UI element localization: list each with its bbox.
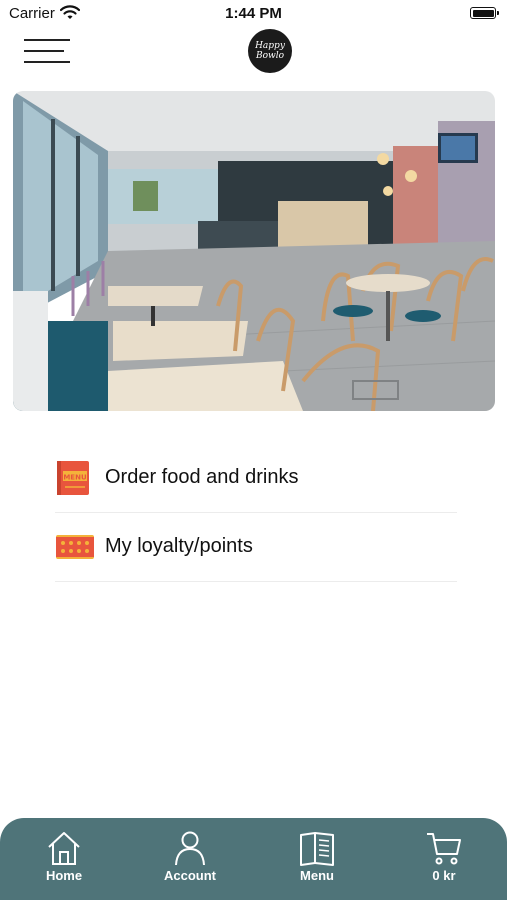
tab-bar: Home Account Menu 0 kr	[0, 818, 507, 900]
cafe-interior-photo	[13, 91, 495, 411]
account-icon	[140, 830, 240, 866]
clock: 1:44 PM	[225, 5, 282, 22]
svg-text:MENU: MENU	[63, 474, 87, 482]
tab-menu-label: Menu	[300, 868, 334, 883]
loyalty-card-icon	[55, 529, 95, 570]
hamburger-line	[24, 39, 70, 41]
logo-text-line1: Happy	[255, 41, 285, 51]
brand-logo: Happy Bowlo	[248, 29, 292, 73]
hamburger-line	[24, 50, 64, 52]
home-icon	[14, 830, 114, 866]
tab-cart[interactable]: 0 kr	[394, 830, 494, 883]
hamburger-menu-button[interactable]	[24, 37, 70, 67]
cart-total-label: 0 kr	[432, 868, 456, 883]
tab-account[interactable]: Account	[140, 830, 240, 883]
status-bar: Carrier 1:44 PM	[0, 0, 507, 28]
home-menu-list: MENU Order food and drinks My loyalty/po…	[55, 444, 457, 582]
tab-account-label: Account	[164, 868, 216, 883]
tab-home-label: Home	[45, 868, 83, 883]
cart-icon	[394, 830, 494, 866]
tab-menu[interactable]: Menu	[267, 830, 367, 883]
tab-home[interactable]: Home	[14, 830, 114, 883]
menu-book-icon	[267, 830, 367, 866]
order-food-and-drinks-item[interactable]: MENU Order food and drinks	[55, 444, 457, 513]
logo-text-line2: Bowlo	[255, 51, 285, 61]
menu-book-icon: MENU	[55, 460, 91, 501]
hamburger-line	[24, 61, 70, 63]
my-loyalty-points-label: My loyalty/points	[105, 535, 253, 557]
order-food-and-drinks-label: Order food and drinks	[105, 466, 299, 488]
battery-icon	[470, 7, 499, 19]
my-loyalty-points-item[interactable]: My loyalty/points	[55, 513, 457, 582]
